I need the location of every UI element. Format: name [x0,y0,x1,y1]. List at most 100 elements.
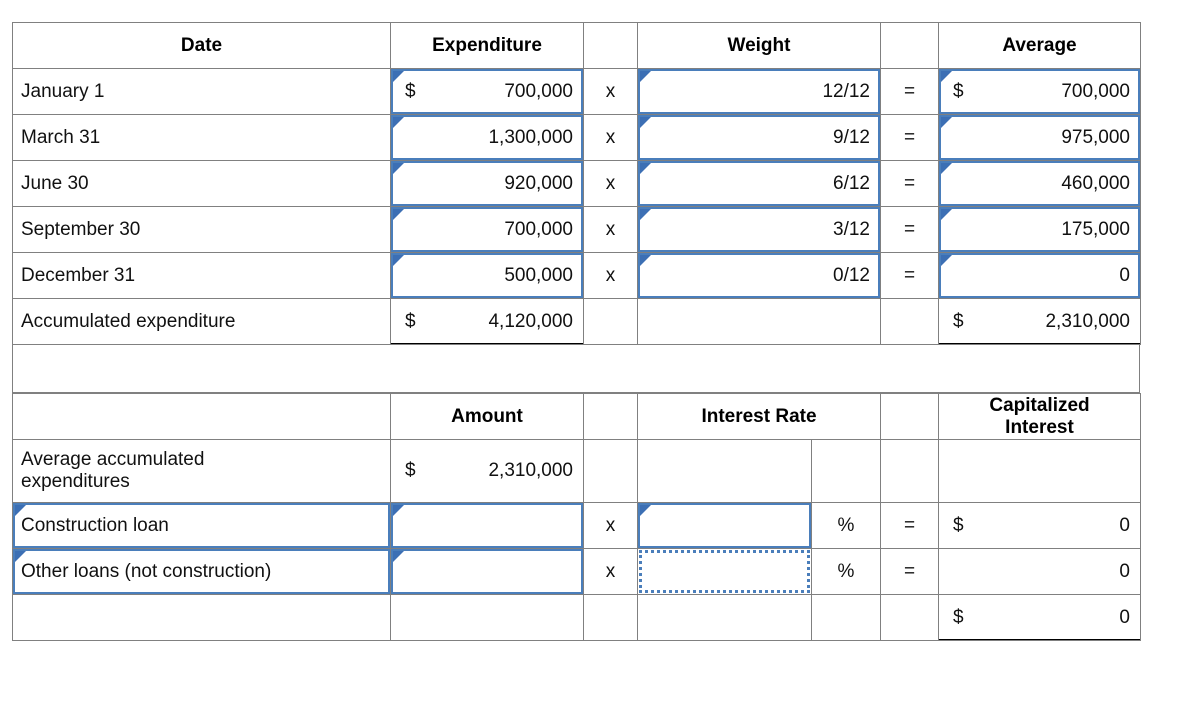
construction-loan-rate-input-cell[interactable] [637,502,812,549]
weight-value: 12/12 [822,80,870,102]
table-row: January 1 $ 700,000 x 12/12 = $ 700,000 [12,68,1141,115]
column-header-weight: Weight [637,22,881,69]
construction-loan-interest-cell: $ 0 [938,502,1141,549]
accumulated-expenditure-total-row: Accumulated expenditure $ 4,120,000 $ 2,… [12,298,1141,345]
column-header-average-label: Average [1002,34,1077,56]
construction-loan-label-input-cell[interactable]: Construction loan [12,502,391,549]
average-money: 175,000 [940,218,1140,241]
multiply-operator: x [605,126,616,148]
weight-input-cell[interactable]: 12/12 [637,68,881,115]
average-accumulated-currency: $ [953,310,964,332]
row-equals-operator: = [903,514,916,536]
weight-input-cell[interactable]: 0/12 [637,252,881,299]
average-input-cell[interactable]: 0 [938,252,1141,299]
expenditure-input-cell[interactable]: $ 700,000 [390,68,584,115]
row-percent-cell: % [811,502,881,549]
expenditure-value: 920,000 [504,172,573,194]
average-accumulated-amount-value: 2,310,000 [488,460,573,481]
average-currency: $ [953,80,964,102]
average-input-cell[interactable]: 975,000 [938,114,1141,161]
column-header-description [12,393,391,440]
equals-operator: = [903,80,916,102]
average-money: $ 700,000 [940,80,1140,103]
accumulated-expenditure-currency: $ [405,310,416,332]
capitalized-total-percent-spacer [811,594,881,641]
column-header-weight-label: Weight [727,34,791,56]
table-row: Average accumulated expenditures $ 2,310… [12,439,1141,503]
weight-value: 3/12 [833,218,870,240]
average-input-cell[interactable]: $ 700,000 [938,68,1141,115]
equals-operator: = [903,264,916,286]
column-header-capitalized-interest: Capitalized Interest [938,393,1141,440]
row-equals-operator-cell: = [880,548,939,595]
row-date-cell: September 30 [12,206,391,253]
multiply-operator: x [605,218,616,240]
weight-value: 6/12 [833,172,870,194]
expenditure-value: 1,300,000 [488,126,573,148]
expenditure-input-cell[interactable]: 920,000 [390,160,584,207]
other-loans-interest-value: 0 [1119,560,1130,582]
equals-operator: = [903,218,916,240]
expenditure-currency: $ [405,80,416,102]
construction-loan-amount-input-cell[interactable] [390,502,584,549]
average-accumulated-value: 2,310,000 [1045,310,1130,332]
table-row: December 31 500,000 x 0/12 = 0 [12,252,1141,299]
table-row: Other loans (not construction) x % = 0 [12,548,1141,595]
expenditure-money: 700,000 [392,219,583,241]
weight-input-cell[interactable]: 9/12 [637,114,881,161]
row-equals-operator-cell: = [880,502,939,549]
multiply-operator-cell: x [583,160,638,207]
other-loans-amount-input-cell[interactable] [390,548,584,595]
row-percent-cell [811,439,881,503]
row-date-cell: March 31 [12,114,391,161]
construction-loan-label: Construction loan [21,514,169,536]
construction-loan-interest-value: 0 [1119,514,1130,536]
average-value: 175,000 [1061,218,1130,240]
spreadsheet-worksheet: Date Expenditure Weight Average January … [0,0,1198,708]
total-row-multiply-spacer [583,298,638,345]
column-header-multiply-spacer [583,393,638,440]
other-loans-rate-input-cell[interactable] [637,548,812,595]
other-loans-label: Other loans (not construction) [21,560,272,582]
row-multiply-operator-cell: x [583,548,638,595]
column-header-interest-rate-label: Interest Rate [701,405,817,427]
column-header-interest-rate: Interest Rate [637,393,881,440]
average-input-cell[interactable]: 460,000 [938,160,1141,207]
other-loans-label-input-cell[interactable]: Other loans (not construction) [12,548,391,595]
capitalized-interest-total-value: 0 [1119,606,1130,628]
other-loans-interest-money: 0 [940,560,1140,583]
average-accumulated-label-line1: Average accumulated [21,449,205,471]
capitalized-total-amount-spacer [390,594,584,641]
capitalized-interest-total-currency: $ [953,606,964,628]
expenditure-input-cell[interactable]: 700,000 [390,206,584,253]
weight-value: 0/12 [833,264,870,286]
row-date-label: March 31 [21,126,101,148]
average-accumulated-money: $ 2,310,000 [940,310,1140,333]
expenditure-input-cell[interactable]: 1,300,000 [390,114,584,161]
row-multiply-operator-cell [583,439,638,503]
multiply-operator: x [605,172,616,194]
row-date-label: January 1 [21,80,105,102]
row-date-cell: June 30 [12,160,391,207]
row-equals-operator-cell [880,439,939,503]
multiply-operator-cell: x [583,68,638,115]
accumulated-expenditure-value: 4,120,000 [488,310,573,332]
expenditure-money: 500,000 [392,265,583,287]
average-input-cell[interactable]: 175,000 [938,206,1141,253]
column-header-expenditure-label: Expenditure [432,34,542,56]
equals-operator: = [903,126,916,148]
total-row-equals-spacer [880,298,939,345]
capitalized-total-rate-spacer [637,594,812,641]
weight-input-cell[interactable]: 3/12 [637,206,881,253]
accumulated-expenditure-label-cell: Accumulated expenditure [12,298,391,345]
accumulated-expenditure-money: $ 4,120,000 [392,310,583,333]
average-accumulated-label-cell: Average accumulated expenditures [12,439,391,503]
row-multiply-operator: x [605,560,616,582]
average-accumulated-amount-cell: $ 2,310,000 [390,439,584,503]
average-value: 0 [1119,264,1130,286]
expenditure-input-cell[interactable]: 500,000 [390,252,584,299]
weight-input-cell[interactable]: 6/12 [637,160,881,207]
row-rate-cell [637,439,812,503]
equals-operator: = [903,172,916,194]
accumulated-expenditure-total-cell: $ 4,120,000 [390,298,584,345]
